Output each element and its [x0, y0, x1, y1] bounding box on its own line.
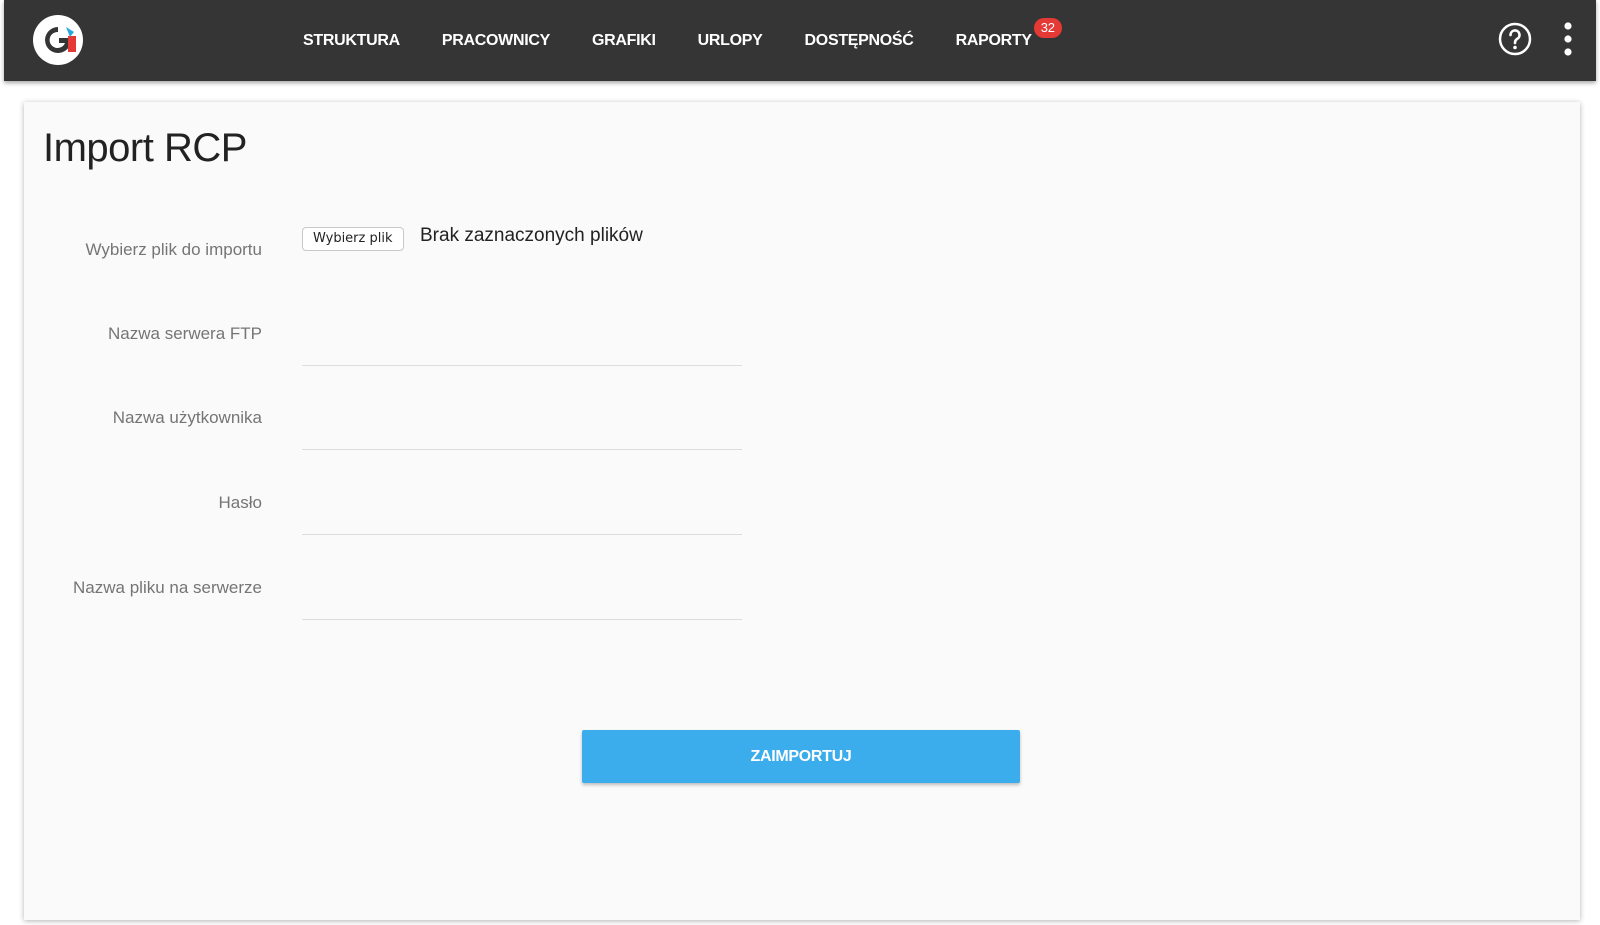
- nav-item-grafiki[interactable]: GRAFIKI: [592, 32, 656, 50]
- notification-badge: 32: [1033, 17, 1062, 38]
- file-status-text: Brak zaznaczonych plików: [420, 225, 643, 246]
- ftp-server-input[interactable]: [302, 335, 742, 366]
- nav-item-dostepnosc[interactable]: DOSTĘPNOŚĆ: [805, 32, 914, 50]
- more-vertical-icon[interactable]: [1560, 20, 1576, 58]
- ftp-server-label: Nazwa serwera FTP: [108, 324, 262, 343]
- file-import-label: Wybierz plik do importu: [85, 240, 262, 259]
- nav-item-struktura[interactable]: STRUKTURA: [303, 32, 400, 50]
- nav-item-pracownicy[interactable]: PRACOWNICY: [442, 32, 550, 50]
- import-card: Import RCP Wybierz plik do importu Wybie…: [24, 102, 1580, 920]
- help-icon[interactable]: [1498, 22, 1532, 56]
- username-label: Nazwa użytkownika: [112, 408, 262, 427]
- nav-item-raporty-label: RAPORTY: [955, 31, 1032, 49]
- app-logo-icon[interactable]: [30, 12, 86, 68]
- nav-item-raporty[interactable]: RAPORTY 32: [955, 17, 1062, 50]
- choose-file-button[interactable]: Wybierz plik: [302, 227, 404, 251]
- remote-file-label: Nazwa pliku na serwerze: [73, 578, 262, 597]
- page-title: Import RCP: [43, 126, 247, 170]
- remote-file-input[interactable]: [302, 589, 742, 620]
- password-label: Hasło: [218, 493, 262, 512]
- password-input[interactable]: [302, 504, 742, 535]
- nav-item-urlopy[interactable]: URLOPY: [698, 32, 763, 50]
- import-submit-button[interactable]: ZAIMPORTUJ: [582, 730, 1020, 783]
- main-nav: STRUKTURA PRACOWNICY GRAFIKI URLOPY DOST…: [303, 0, 1074, 81]
- username-input[interactable]: [302, 419, 742, 450]
- top-navigation-bar: STRUKTURA PRACOWNICY GRAFIKI URLOPY DOST…: [4, 0, 1596, 81]
